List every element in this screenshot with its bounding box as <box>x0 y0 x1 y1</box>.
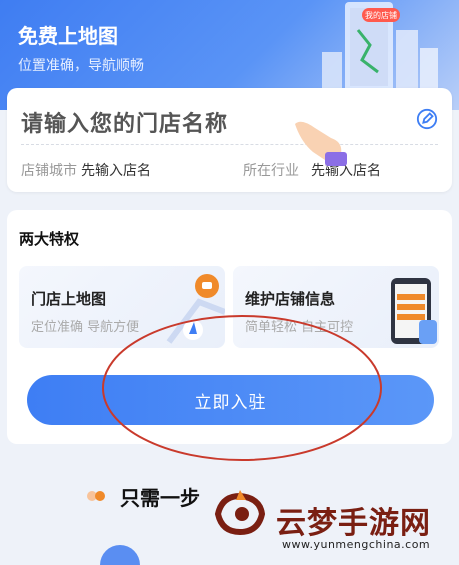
pointing-hand-icon <box>295 121 347 166</box>
phone-icon <box>391 278 437 344</box>
divider <box>21 144 438 145</box>
feature-subtitle: 简单轻松 自主可控 <box>245 320 354 335</box>
steps-title: 只需一步 <box>120 486 200 510</box>
store-info-card: 请输入您的门店名称 店铺城市 先输入店名 所在行业 先输入店名 <box>7 88 452 192</box>
feature-subtitle: 定位准确 导航方便 <box>31 320 140 335</box>
map-pin-icon <box>166 274 225 344</box>
join-now-button[interactable]: 立即入驻 <box>27 375 434 425</box>
city-field[interactable]: 店铺城市 先输入店名 <box>21 160 151 180</box>
watermark-url: www.yunmengchina.com <box>282 538 431 551</box>
city-value: 先输入店名 <box>81 163 151 179</box>
city-label: 店铺城市 <box>21 163 77 179</box>
feature-card-store-info[interactable]: 维护店铺信息 简单轻松 自主可控 <box>233 266 439 348</box>
watermark-logo-icon <box>214 490 266 536</box>
section-dots-icon <box>87 491 105 501</box>
store-name-input[interactable]: 请输入您的门店名称 <box>21 106 228 138</box>
feature-title: 门店上地图 <box>31 290 107 308</box>
hero-title: 免费上地图 <box>18 24 118 48</box>
hero-subtitle: 位置准确，导航顺畅 <box>18 58 144 74</box>
bottom-avatar <box>100 545 140 565</box>
section-title: 两大特权 <box>19 230 80 248</box>
edit-icon[interactable] <box>416 108 438 130</box>
privileges-card: 两大特权 门店上地图 定位准确 导航方便 维护店铺信息 简单轻松 自主可控 立即… <box>7 210 452 444</box>
feature-card-map[interactable]: 门店上地图 定位准确 导航方便 <box>19 266 225 348</box>
building-tag-text: 我的店铺 <box>365 10 397 20</box>
watermark-name: 云梦手游网 <box>276 506 431 541</box>
feature-title: 维护店铺信息 <box>245 290 336 308</box>
